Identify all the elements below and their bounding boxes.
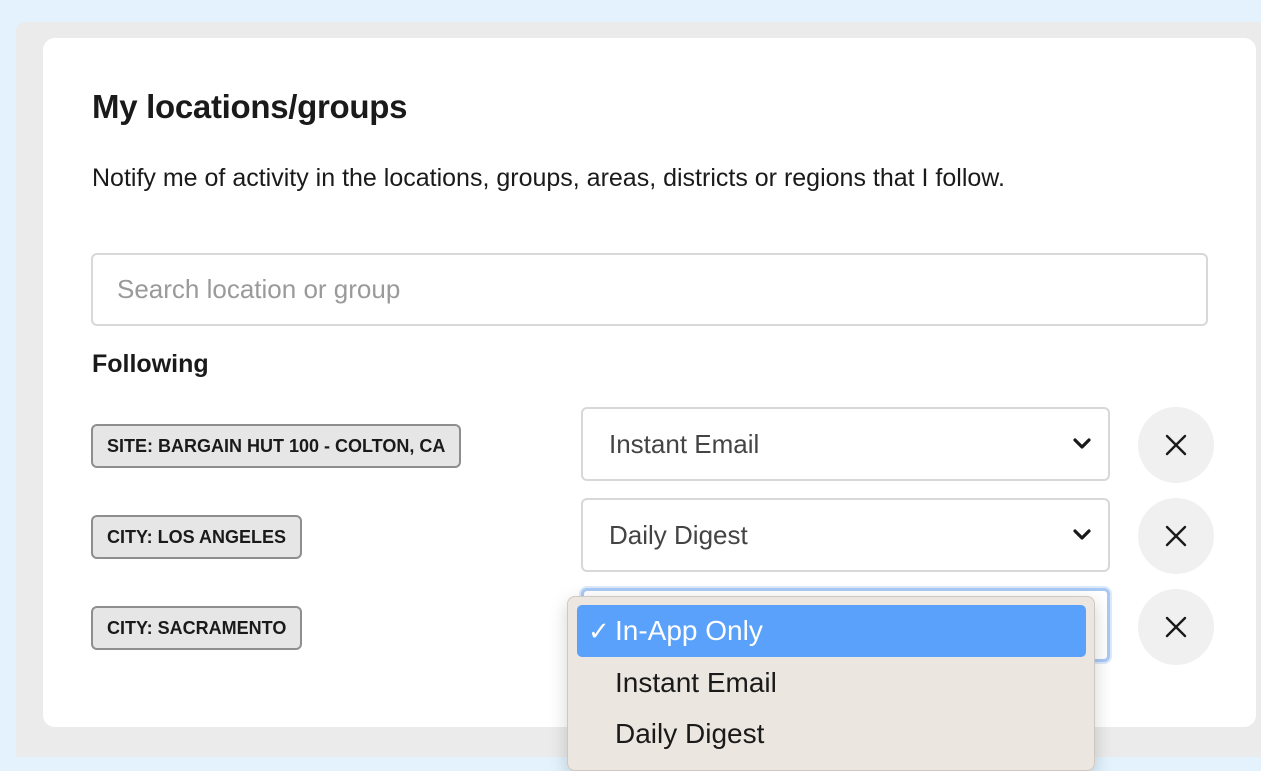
dropdown-option-label: Instant Email [615, 667, 777, 698]
chevron-down-icon [1073, 438, 1091, 449]
notification-select-value: Instant Email [609, 429, 760, 459]
following-chip-site: SITE: BARGAIN HUT 100 - COLTON, CA [91, 424, 462, 468]
close-icon [1165, 525, 1187, 547]
notification-dropdown-menu: ✓ In-App Only Instant Email Daily Digest [567, 596, 1095, 771]
notification-select-los-angeles[interactable]: Daily Digest [581, 498, 1110, 572]
remove-los-angeles-button[interactable] [1138, 498, 1214, 574]
following-chip-sacramento: CITY: SACRAMENTO [91, 606, 303, 650]
notification-select-site[interactable]: Instant Email [581, 407, 1110, 481]
section-description: Notify me of activity in the locations, … [92, 164, 1005, 192]
chevron-down-icon [1073, 529, 1091, 540]
following-chip-los-angeles: CITY: LOS ANGELES [91, 515, 303, 559]
close-icon [1165, 616, 1187, 638]
search-input[interactable] [91, 253, 1208, 326]
following-heading: Following [92, 350, 209, 378]
close-icon [1165, 434, 1187, 456]
dropdown-option-daily-digest[interactable]: Daily Digest [577, 708, 1086, 760]
checkmark-icon: ✓ [588, 616, 610, 646]
notification-select-value: Daily Digest [609, 520, 748, 550]
remove-sacramento-button[interactable] [1138, 589, 1214, 665]
remove-site-button[interactable] [1138, 407, 1214, 483]
dropdown-option-in-app-only[interactable]: ✓ In-App Only [577, 605, 1086, 657]
dropdown-option-instant-email[interactable]: Instant Email [577, 657, 1086, 709]
section-title: My locations/groups [92, 88, 408, 125]
dropdown-option-label: Daily Digest [615, 718, 765, 749]
dropdown-option-label: In-App Only [615, 615, 763, 646]
